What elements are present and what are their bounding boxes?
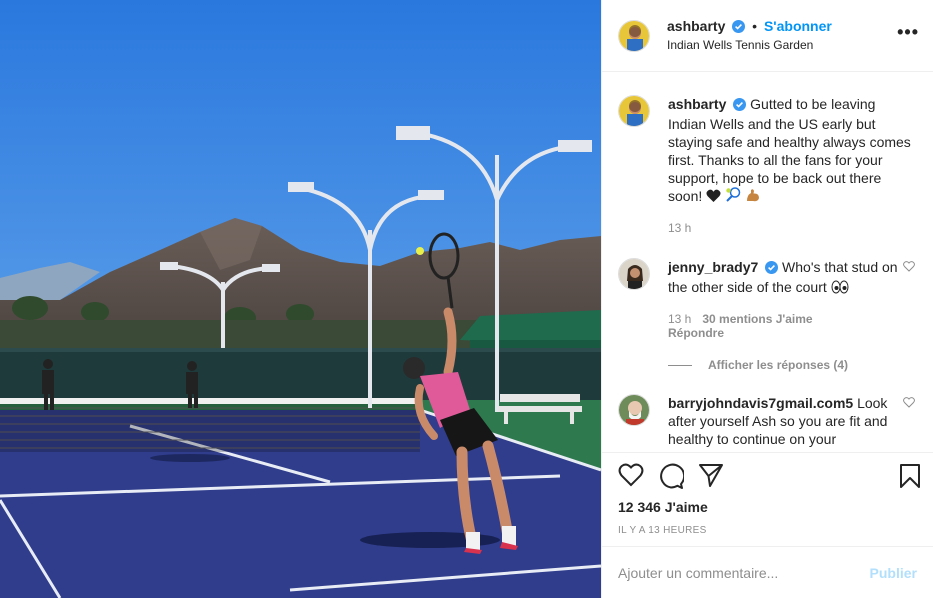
comment-likes[interactable]: 30 mentions J'aime (702, 312, 812, 326)
caption-time[interactable]: 13 h (668, 221, 917, 235)
caption-text: Gutted to be leaving Indian Wells and th… (668, 96, 911, 204)
like-comment-icon[interactable] (903, 397, 915, 411)
tennis-court-image (0, 0, 601, 598)
likes-count[interactable]: 12 346 J'aime (618, 499, 708, 515)
comments-list[interactable]: ashbarty Gutted to be leaving Indian Wel… (602, 72, 933, 452)
comment-time[interactable]: 13 h (668, 312, 691, 326)
comment-username[interactable]: barryjohndavis7gmail.com5 (668, 395, 853, 411)
post-actions: 12 346 J'aime IL Y A 13 HEURES Publier (602, 452, 933, 598)
comment-username[interactable]: jenny_brady7 (668, 259, 758, 275)
like-heart-icon[interactable] (618, 463, 644, 490)
comment-item: jenny_brady7 Who's that stud on the othe… (618, 258, 917, 340)
more-options-icon[interactable]: ••• (897, 23, 919, 41)
like-comment-icon[interactable] (903, 261, 915, 275)
tennis-icon (725, 187, 741, 207)
post-timestamp[interactable]: IL Y A 13 HEURES (618, 525, 707, 536)
author-username[interactable]: ashbarty (667, 18, 725, 34)
caption-username[interactable]: ashbarty (668, 96, 726, 112)
post-header: ashbarty • S'abonner Indian Wells Tennis… (602, 0, 933, 72)
reply-button[interactable]: Répondre (668, 326, 917, 340)
comment-input[interactable] (618, 564, 870, 581)
save-bookmark-icon[interactable] (899, 463, 921, 492)
verified-badge-icon (765, 260, 779, 278)
location-link[interactable]: Indian Wells Tennis Garden (667, 37, 832, 54)
commenter-avatar[interactable] (618, 258, 650, 290)
comment-bubble-icon[interactable] (658, 463, 686, 492)
verified-badge-icon (733, 97, 747, 115)
replies-divider (668, 364, 692, 366)
follow-button[interactable]: S'abonner (764, 18, 832, 34)
author-avatar[interactable] (618, 19, 650, 52)
share-send-icon[interactable] (698, 463, 724, 490)
flexed-biceps-icon (745, 187, 761, 207)
black-heart-icon (706, 189, 721, 207)
add-comment-bar: Publier (602, 546, 933, 598)
view-replies-label: Afficher les réponses (4) (708, 358, 849, 372)
separator-dot: • (752, 17, 758, 34)
eyes-icon (831, 280, 849, 298)
caption: ashbarty Gutted to be leaving Indian Wel… (618, 95, 917, 235)
commenter-avatar[interactable] (618, 394, 650, 426)
verified-badge-icon (732, 19, 746, 37)
caption-avatar[interactable] (618, 95, 650, 127)
view-replies-button[interactable]: Afficher les réponses (4) (668, 358, 917, 372)
post-photo[interactable] (0, 0, 601, 598)
publish-button[interactable]: Publier (870, 565, 917, 581)
post-side-panel: ashbarty • S'abonner Indian Wells Tennis… (601, 0, 933, 598)
instagram-post: ashbarty • S'abonner Indian Wells Tennis… (0, 0, 933, 598)
comment-item: barryjohndavis7gmail.com5 Look after you… (618, 394, 917, 448)
